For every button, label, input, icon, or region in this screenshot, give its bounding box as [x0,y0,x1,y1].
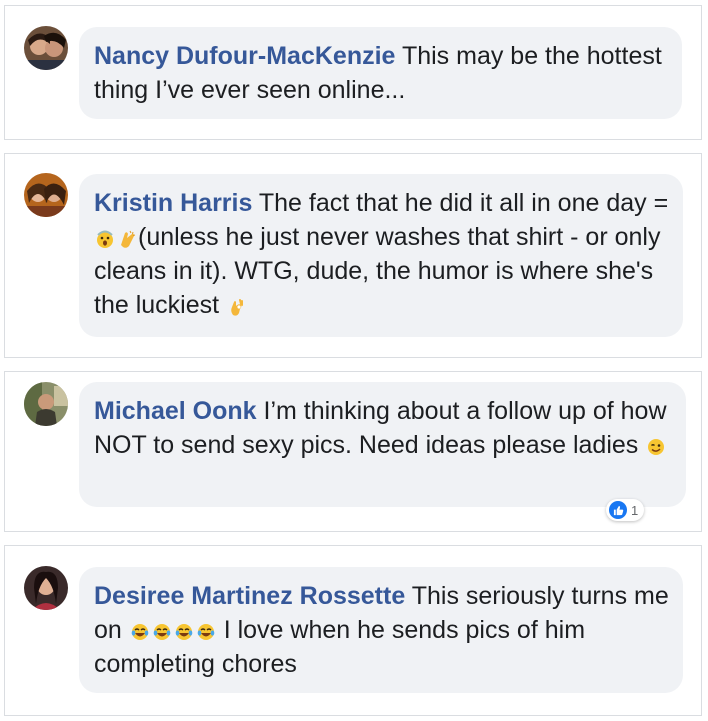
comment-panel: Nancy Dufour-MacKenzie This may be the h… [4,5,702,140]
avatar[interactable] [24,566,68,610]
comment-author[interactable]: Michael Oonk [94,397,257,425]
comment-author[interactable]: Kristin Harris [94,189,252,217]
comment-bubble: Nancy Dufour-MacKenzie This may be the h… [79,27,682,119]
tears-of-joy-emoji [131,624,149,640]
comment-panel: Michael Oonk I’m thinking about a follow… [4,371,702,532]
reaction-badge[interactable]: 1 [606,499,645,521]
comment-panel: Kristin Harris The fact that he did it a… [4,153,702,358]
ok-hand-emoji [231,299,244,316]
like-icon [609,501,627,519]
winking-face-emoji [648,439,665,455]
comment-text: The fact that he did it all in one day = [252,189,669,217]
avatar[interactable] [24,382,68,426]
comment-text: (unless he just never washes that shirt … [94,223,661,319]
comment-bubble: Desiree Martinez Rossette This seriously… [79,567,683,693]
tears-of-joy-emoji [175,624,193,640]
comment-panel: Desiree Martinez Rossette This seriously… [4,545,702,716]
comment-author[interactable]: Desiree Martinez Rossette [94,582,405,610]
avatar[interactable] [24,26,68,70]
comment-author[interactable]: Nancy Dufour-MacKenzie [94,42,395,70]
comment-bubble: Michael Oonk I’m thinking about a follow… [79,382,686,507]
tears-of-joy-emoji [153,624,171,640]
shocked-face-emoji [97,230,113,248]
avatar[interactable] [24,173,68,217]
reaction-count: 1 [631,502,639,518]
clapping-hands-emoji [121,230,136,248]
comment-bubble: Kristin Harris The fact that he did it a… [79,174,683,337]
tears-of-joy-emoji [197,624,215,640]
